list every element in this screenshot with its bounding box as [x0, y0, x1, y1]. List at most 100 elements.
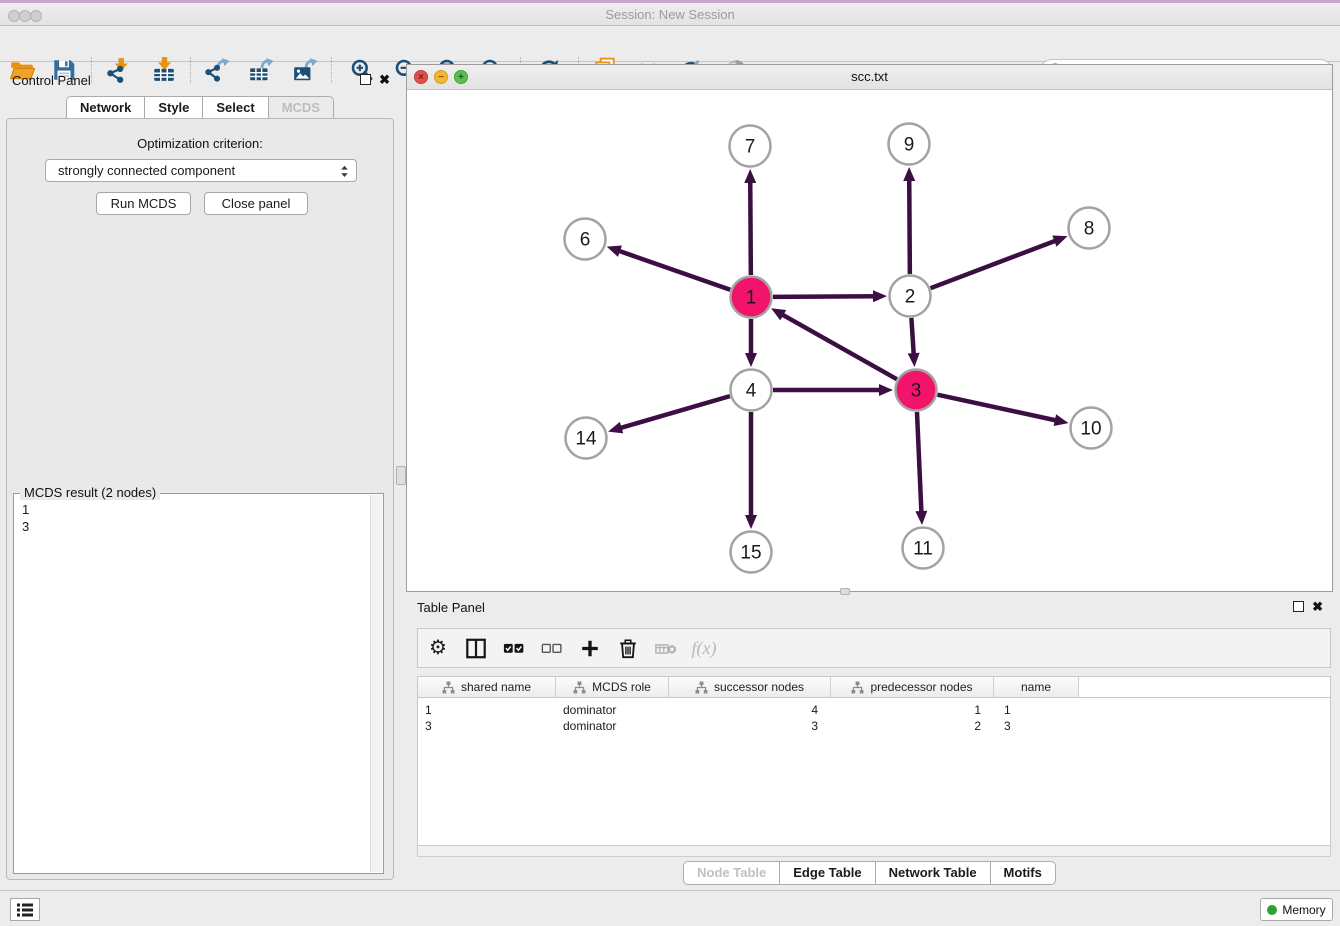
status-bar: Memory: [0, 890, 1340, 926]
close-panel-icon[interactable]: ✖: [379, 74, 390, 85]
float-panel-icon[interactable]: [1293, 601, 1304, 612]
control-panel-title: Control Panel: [12, 73, 91, 88]
cell-successor-nodes[interactable]: 4: [669, 703, 831, 717]
window-title: Session: New Session: [0, 7, 1340, 22]
cell-mcds-role[interactable]: dominator: [556, 703, 669, 717]
graph-node-label-6: 6: [580, 230, 591, 251]
graph-arrowhead-2-8: [1052, 236, 1067, 247]
graph-arrowhead-4-3: [879, 384, 893, 396]
delete-row-icon[interactable]: [617, 636, 639, 660]
graph-edge-1-2[interactable]: [773, 296, 877, 297]
column-header-shared-name[interactable]: shared name: [418, 677, 556, 697]
graph-edge-3-11[interactable]: [917, 412, 922, 515]
graph-edge-2-3[interactable]: [911, 318, 913, 357]
table-splitter-grip[interactable]: [840, 588, 850, 595]
column-type-icon: [442, 681, 455, 694]
network-canvas[interactable]: 7968124314101511: [407, 90, 1332, 591]
cell-predecessor-nodes[interactable]: 2: [831, 719, 994, 733]
column-label: predecessor nodes: [870, 680, 972, 694]
graph-node-label-11: 11: [913, 539, 933, 560]
tab-select[interactable]: Select: [202, 96, 268, 120]
criterion-value: strongly connected component: [58, 163, 235, 178]
network-window-titlebar[interactable]: × − + scc.txt: [407, 65, 1332, 90]
close-panel-button[interactable]: Close panel: [204, 192, 308, 215]
graph-arrowhead-4-14: [608, 422, 623, 434]
graph-arrowhead-1-6: [607, 246, 622, 257]
column-header-predecessor-nodes[interactable]: predecessor nodes: [831, 677, 994, 697]
node-table: shared name MCDS role successor nodes pr…: [417, 676, 1331, 846]
column-header-mcds-role[interactable]: MCDS role: [556, 677, 669, 697]
graph-node-label-2: 2: [905, 287, 916, 308]
column-header-successor-nodes[interactable]: successor nodes: [669, 677, 831, 697]
tab-node-table[interactable]: Node Table: [683, 861, 780, 885]
graph-edge-1-6[interactable]: [616, 250, 730, 290]
tab-network-table[interactable]: Network Table: [875, 861, 991, 885]
table-toolbar: ⚙ f(x): [417, 628, 1331, 668]
graph-node-label-10: 10: [1080, 419, 1101, 440]
graph-edge-2-9[interactable]: [909, 177, 910, 274]
mcds-result-text[interactable]: 1 3: [15, 497, 369, 872]
settings-icon[interactable]: ⚙: [427, 636, 449, 660]
column-label: name: [1021, 680, 1051, 694]
tab-edge-table[interactable]: Edge Table: [779, 861, 875, 885]
task-history-button[interactable]: [10, 898, 40, 921]
graph-node-label-4: 4: [746, 381, 757, 402]
memory-button[interactable]: Memory: [1260, 898, 1333, 921]
panel-splitter-grip[interactable]: [396, 466, 406, 485]
column-label: shared name: [461, 680, 531, 694]
graph-arrowhead-3-11: [915, 511, 927, 525]
cell-mcds-role[interactable]: dominator: [556, 719, 669, 733]
graph-edge-2-8[interactable]: [931, 240, 1059, 288]
cell-shared-name[interactable]: 1: [418, 703, 556, 717]
delete-column-icon[interactable]: [655, 636, 677, 660]
graph-node-label-3: 3: [911, 381, 922, 402]
run-mcds-button[interactable]: Run MCDS: [96, 192, 191, 215]
graph-edge-1-7[interactable]: [750, 179, 751, 275]
tab-motifs[interactable]: Motifs: [990, 861, 1056, 885]
select-chevrons-icon: [340, 164, 349, 185]
graph-edge-4-14[interactable]: [618, 396, 730, 429]
graph-node-label-1: 1: [746, 288, 757, 309]
graph-arrowhead-2-3: [908, 353, 920, 367]
table-row-2[interactable]: 3dominator323: [418, 718, 1330, 734]
table-panel: Table Panel ✖ ⚙ f(x) shared name: [406, 595, 1333, 888]
titlebar: Session: New Session: [0, 3, 1340, 26]
select-all-icon[interactable]: [503, 636, 525, 660]
criterion-select[interactable]: strongly connected component: [45, 159, 357, 182]
mcds-result-scrollbar[interactable]: [370, 495, 382, 872]
cell-name[interactable]: 1: [994, 703, 1079, 717]
cell-successor-nodes[interactable]: 3: [669, 719, 831, 733]
graph-arrowhead-1-7: [744, 169, 756, 183]
cell-shared-name[interactable]: 3: [418, 719, 556, 733]
graph-edge-3-1[interactable]: [780, 313, 897, 379]
tab-mcds[interactable]: MCDS: [268, 96, 334, 120]
column-type-icon: [573, 681, 586, 694]
graph-node-label-9: 9: [904, 135, 915, 156]
table-body: 1dominator4113dominator323: [418, 698, 1330, 734]
graph-arrowhead-2-9: [903, 167, 915, 181]
close-panel-icon[interactable]: ✖: [1312, 601, 1323, 612]
graph-node-label-14: 14: [575, 429, 597, 450]
graph-edge-3-10[interactable]: [937, 395, 1058, 421]
table-horizontal-scrollbar[interactable]: [417, 846, 1331, 857]
show-columns-icon[interactable]: [465, 636, 487, 660]
memory-status-icon: [1267, 905, 1277, 915]
graph-arrowhead-3-10: [1054, 414, 1069, 426]
column-label: MCDS role: [592, 680, 651, 694]
cell-predecessor-nodes[interactable]: 1: [831, 703, 994, 717]
tab-style[interactable]: Style: [144, 96, 203, 120]
network-graph[interactable]: 7968124314101511: [407, 90, 1332, 591]
tab-network[interactable]: Network: [66, 96, 145, 120]
add-row-icon[interactable]: [579, 636, 601, 660]
list-icon: [16, 902, 34, 918]
deselect-all-icon[interactable]: [541, 636, 563, 660]
table-tabs: Node Table Edge Table Network Table Moti…: [406, 861, 1333, 885]
float-panel-icon[interactable]: [360, 74, 371, 85]
memory-label: Memory: [1282, 903, 1325, 917]
control-panel-tabs: Network Style Select MCDS: [0, 96, 400, 120]
function-builder-icon[interactable]: f(x): [693, 636, 715, 660]
column-header-name[interactable]: name: [994, 677, 1079, 697]
main-toolbar: [0, 26, 1340, 62]
table-row-1[interactable]: 1dominator411: [418, 702, 1330, 718]
cell-name[interactable]: 3: [994, 719, 1079, 733]
